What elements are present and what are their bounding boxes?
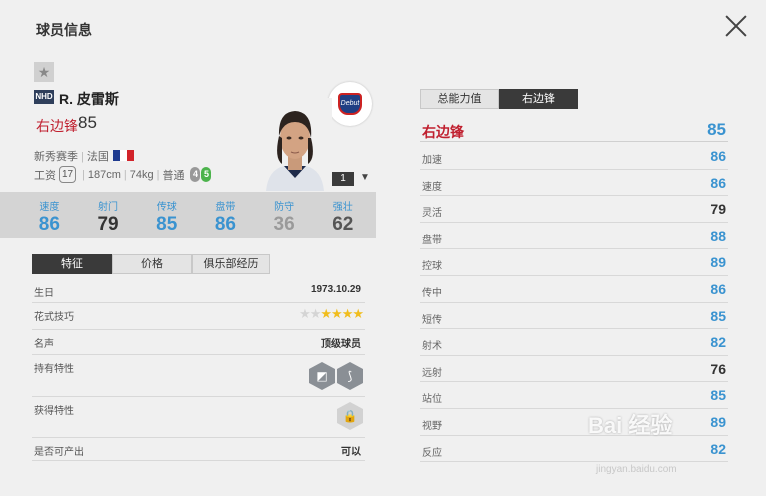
trait-dribble-icon[interactable]: ⟆ <box>337 362 363 390</box>
attribute-row: 灵活 79 <box>420 196 728 223</box>
season-label: 新秀赛季 <box>34 151 78 163</box>
attribute-row: 加速 86 <box>420 143 728 170</box>
club-crest: Debut <box>338 93 362 115</box>
attribute-label: 加速 <box>422 155 442 166</box>
position-overall: 85 <box>78 113 97 132</box>
attribute-row: 控球 89 <box>420 249 728 276</box>
salary-badge: 17 <box>59 166 76 183</box>
stat-pace: 速度 86 <box>38 202 60 235</box>
skill-stars-icon: ★★★★★★ <box>299 306 364 321</box>
watermark-url: jingyan.baidu.com <box>596 464 677 475</box>
attribute-label: 速度 <box>422 181 442 193</box>
nation-label: 法国 <box>86 151 109 163</box>
birthday-row: 生日 1973.10.29 <box>32 280 365 303</box>
club-logo-icon: Debut <box>328 82 372 126</box>
attribute-row: 远射 76 <box>420 356 728 383</box>
season-badge: NHD <box>34 90 54 104</box>
stat-defending: 防守 36 <box>273 202 295 235</box>
attribute-label: 灵活 <box>422 208 442 220</box>
right-foot-value: 5 <box>201 167 212 182</box>
attribute-label: 远射 <box>422 367 442 379</box>
player-physical: 工资 17 | 187cm | 74kg | 普通 4 5 <box>34 166 212 183</box>
tab-club-history[interactable]: 俱乐部经历 <box>192 254 270 274</box>
attribute-value: 85 <box>710 307 726 324</box>
player-position: 右边锋 <box>36 118 78 134</box>
attribute-row: 视野 89 <box>420 409 728 436</box>
attribute-value: 79 <box>710 201 726 218</box>
tab-overall[interactable]: 总能力值 <box>420 89 499 109</box>
stat-passing: 传球 85 <box>156 202 178 235</box>
chevron-down-icon[interactable]: ▼ <box>360 172 372 184</box>
attribute-row: 射术 82 <box>420 329 728 356</box>
detail-tabs: 特征 价格 俱乐部经历 <box>32 254 270 274</box>
salary-label: 工资 <box>34 169 56 182</box>
acquired-traits-row: 获得特性 🔒 <box>32 398 365 438</box>
fame-row: 名声 顶级球员 <box>32 331 365 355</box>
position-rating-header: 右边锋 85 <box>420 120 728 142</box>
attribute-tabs: 总能力值 右边锋 <box>420 89 578 109</box>
stat-physical: 强壮 62 <box>332 202 354 235</box>
attribute-value: 86 <box>710 281 726 297</box>
attribute-label: 传中 <box>422 288 442 299</box>
body-type: 普通 <box>162 169 185 182</box>
tab-rw[interactable]: 右边锋 <box>499 89 578 109</box>
height-value: 187cm <box>87 168 121 181</box>
attribute-label: 短传 <box>422 314 442 326</box>
left-foot-value: 4 <box>190 167 201 182</box>
attribute-value: 86 <box>710 148 726 164</box>
attribute-label: 射术 <box>422 341 442 353</box>
attribute-row: 站位 85 <box>420 382 728 409</box>
stat-dribbling: 盘带 86 <box>214 202 236 235</box>
attribute-row: 传中 86 <box>420 276 728 303</box>
window-title: 球员信息 <box>36 22 92 38</box>
player-portrait <box>258 98 332 191</box>
birthday-value: 1973.10.29 <box>310 284 361 295</box>
lock-icon: 🔒 <box>337 402 363 430</box>
fame-value: 顶级球员 <box>321 339 361 350</box>
skill-row: 花式技巧 ★★★★★★ <box>32 304 365 330</box>
close-icon[interactable] <box>724 14 748 38</box>
attribute-row: 短传 85 <box>420 303 728 330</box>
player-origin: 新秀赛季 | 法国 <box>34 148 134 164</box>
attribute-value: 76 <box>710 360 726 377</box>
player-name: R. 皮雷斯 <box>59 91 119 107</box>
attribute-value: 82 <box>710 440 726 457</box>
stat-shooting: 射门 79 <box>97 202 119 235</box>
producible-value: 可以 <box>341 447 361 458</box>
traits-row: 持有特性 ◩ ⟆ <box>32 356 365 397</box>
attribute-label: 盘带 <box>422 234 442 246</box>
attribute-row: 反应 82 <box>420 436 728 463</box>
producible-row: 是否可产出 可以 <box>32 439 365 461</box>
stats-band: 速度 86 射门 79 传球 85 盘带 86 防守 36 强壮 62 <box>0 192 376 238</box>
attribute-label: 控球 <box>422 261 442 273</box>
attribute-label: 站位 <box>422 394 442 406</box>
attribute-value: 82 <box>710 334 726 351</box>
weak-foot-icon: 4 5 <box>190 167 212 182</box>
attribute-row: 速度 86 <box>420 170 728 197</box>
tab-price[interactable]: 价格 <box>112 254 192 274</box>
attribute-row: 盘带 88 <box>420 223 728 250</box>
attribute-label: 视野 <box>422 421 442 432</box>
level-badge[interactable]: 1 <box>332 172 354 186</box>
trait-cross-icon[interactable]: ◩ <box>309 362 335 390</box>
favorite-star-icon[interactable]: ★ <box>34 62 54 82</box>
attribute-label: 反应 <box>422 447 442 459</box>
attribute-value: 89 <box>710 414 726 430</box>
attribute-value: 86 <box>710 174 726 191</box>
weight-value: 74kg <box>129 168 154 181</box>
attribute-value: 85 <box>710 387 726 404</box>
tab-features[interactable]: 特征 <box>32 254 112 274</box>
attribute-value: 88 <box>710 227 726 244</box>
france-flag-icon <box>112 150 134 161</box>
watermark: Bai 经验 <box>588 413 673 438</box>
attribute-value: 89 <box>710 254 726 271</box>
